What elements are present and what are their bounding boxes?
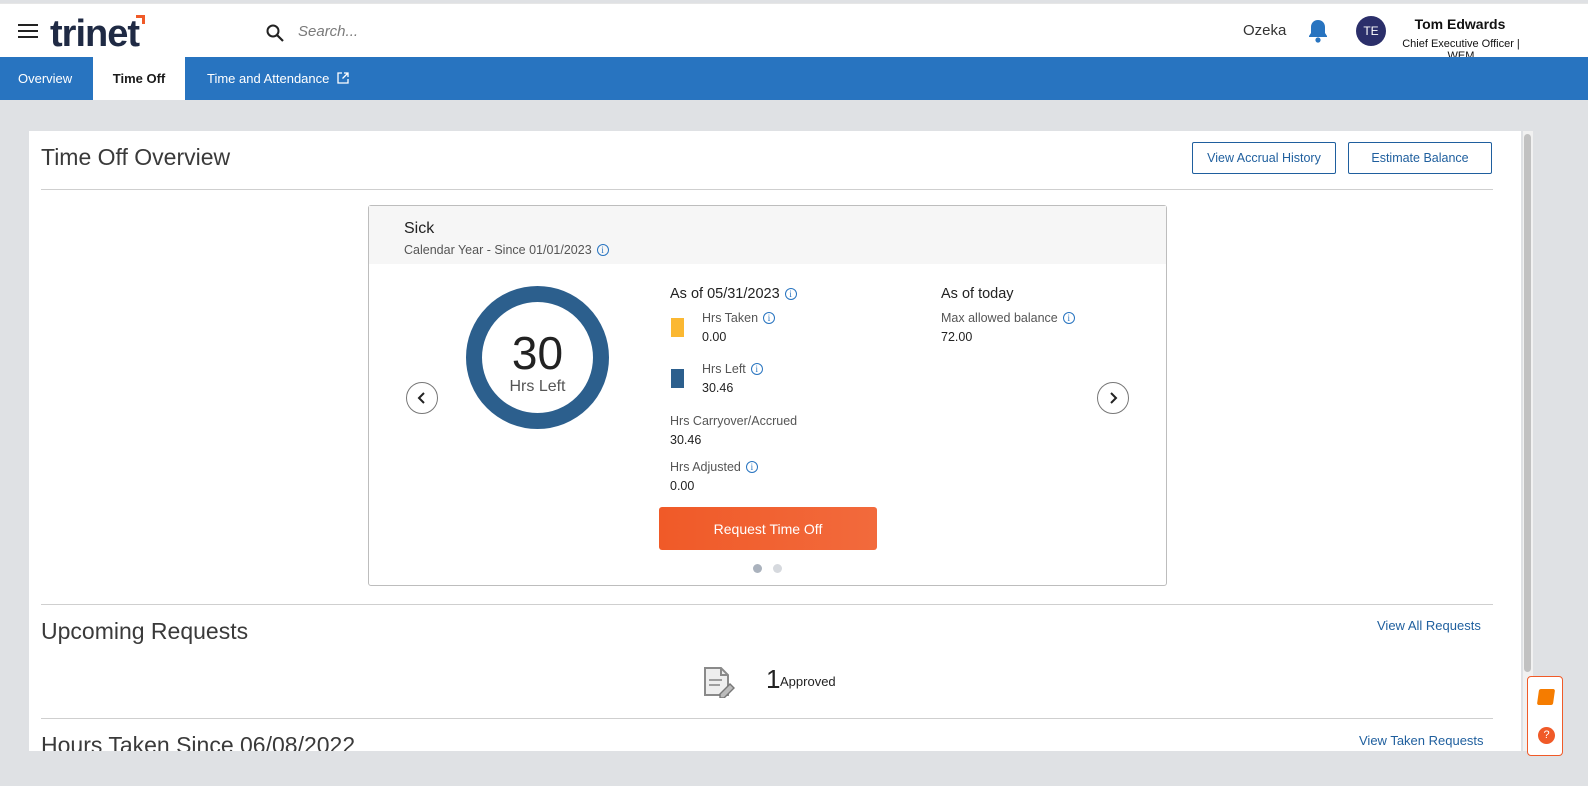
tab-bar: Overview Time Off Time and Attendance: [0, 57, 1588, 100]
view-accrual-history-button[interactable]: View Accrual History: [1192, 142, 1336, 174]
tab-time-and-attendance-label: Time and Attendance: [207, 71, 330, 86]
upcoming-requests-title: Upcoming Requests: [41, 618, 249, 644]
page-title: Time Off Overview: [41, 144, 231, 170]
today-heading: As of today: [941, 286, 1014, 302]
menu-icon[interactable]: [18, 24, 38, 39]
balance-card: Sick Calendar Year - Since 01/01/2023 i 3…: [368, 205, 1167, 586]
approved-label: Approved: [780, 674, 836, 689]
tab-time-off[interactable]: Time Off: [93, 57, 185, 100]
hours-left-donut: 30 Hrs Left: [466, 286, 609, 429]
org-name[interactable]: Ozeka: [1243, 22, 1286, 39]
section-divider: [41, 718, 1493, 719]
chevron-left-icon: [417, 392, 425, 404]
chevron-right-icon: [1110, 392, 1118, 404]
info-icon[interactable]: i: [1062, 312, 1075, 324]
hrs-taken-value: 0.00: [702, 330, 727, 344]
max-balance-label: Max allowed balance i: [941, 311, 1075, 325]
adjusted-label: Hrs Adjusted i: [670, 460, 758, 474]
hrs-taken-label-text: Hrs Taken: [702, 311, 759, 325]
tab-time-off-label: Time Off: [112, 71, 166, 86]
document-icon: [704, 667, 735, 698]
user-name[interactable]: Tom Edwards: [1390, 16, 1530, 32]
time-off-panel: Time Off Overview View Accrual History E…: [29, 131, 1521, 751]
hrs-left-label-text: Hrs Left: [702, 362, 746, 376]
plan-period-text: Calendar Year - Since 01/01/2023: [404, 243, 592, 257]
help-widget[interactable]: ?: [1527, 676, 1563, 756]
hours-taken-title: Hours Taken Since 06/08/2022: [41, 732, 356, 751]
info-icon[interactable]: i: [784, 288, 797, 300]
view-taken-requests-link[interactable]: View Taken Requests: [1359, 733, 1484, 748]
info-icon[interactable]: i: [750, 363, 763, 375]
donut-value: 30: [511, 327, 564, 379]
chat-icon[interactable]: ?: [1538, 727, 1555, 744]
avatar[interactable]: TE: [1356, 16, 1386, 46]
donut-label: Hrs Left: [509, 378, 566, 395]
max-balance-label-text: Max allowed balance: [941, 311, 1058, 325]
book-icon[interactable]: [1536, 689, 1556, 705]
carryover-label: Hrs Carryover/Accrued: [670, 414, 798, 428]
adjusted-label-text: Hrs Adjusted: [670, 460, 741, 474]
request-time-off-button[interactable]: Request Time Off: [659, 507, 877, 550]
carousel-dot-1[interactable]: [753, 564, 762, 573]
trinet-logo[interactable]: trinet: [50, 13, 145, 56]
logo-text: trinet: [50, 13, 140, 55]
search-icon[interactable]: [265, 23, 285, 43]
info-icon[interactable]: i: [596, 244, 609, 256]
plan-period: Calendar Year - Since 01/01/2023 i: [404, 243, 609, 257]
carousel-dot-2[interactable]: [773, 564, 782, 573]
as-of-heading-text: As of 05/31/2023: [670, 286, 780, 302]
max-balance-value: 72.00: [941, 330, 973, 344]
balance-card-header: Sick Calendar Year - Since 01/01/2023 i: [369, 206, 1166, 264]
view-all-requests-link[interactable]: View All Requests: [1377, 618, 1481, 633]
info-icon[interactable]: i: [763, 312, 776, 324]
estimate-balance-button[interactable]: Estimate Balance: [1348, 142, 1492, 174]
approved-count: 1: [766, 664, 781, 694]
next-slide-button[interactable]: [1097, 382, 1129, 414]
adjusted-value: 0.00: [670, 479, 695, 493]
tab-time-and-attendance[interactable]: Time and Attendance: [189, 57, 367, 100]
section-divider: [41, 189, 1493, 190]
carryover-value: 30.46: [670, 433, 702, 447]
hrs-taken-label: Hrs Taken i: [702, 311, 776, 325]
section-divider: [41, 604, 1493, 605]
hrs-taken-swatch: [671, 318, 684, 337]
hrs-left-label: Hrs Left i: [702, 362, 763, 376]
tab-overview-label: Overview: [18, 71, 73, 86]
notification-bell-icon[interactable]: [1306, 18, 1330, 44]
search-input[interactable]: [298, 18, 698, 44]
as-of-heading: As of 05/31/2023 i: [670, 286, 797, 302]
hrs-left-value: 30.46: [702, 381, 734, 395]
previous-slide-button[interactable]: [406, 382, 438, 414]
tab-overview[interactable]: Overview: [0, 57, 90, 100]
info-icon[interactable]: i: [745, 461, 758, 473]
top-header: trinet Ozeka TE Tom Edwards Chief Execut…: [0, 3, 1588, 62]
hrs-left-swatch: [671, 369, 684, 388]
scrollbar-thumb[interactable]: [1524, 134, 1531, 672]
external-link-icon: [337, 72, 350, 84]
plan-type: Sick: [404, 220, 435, 237]
